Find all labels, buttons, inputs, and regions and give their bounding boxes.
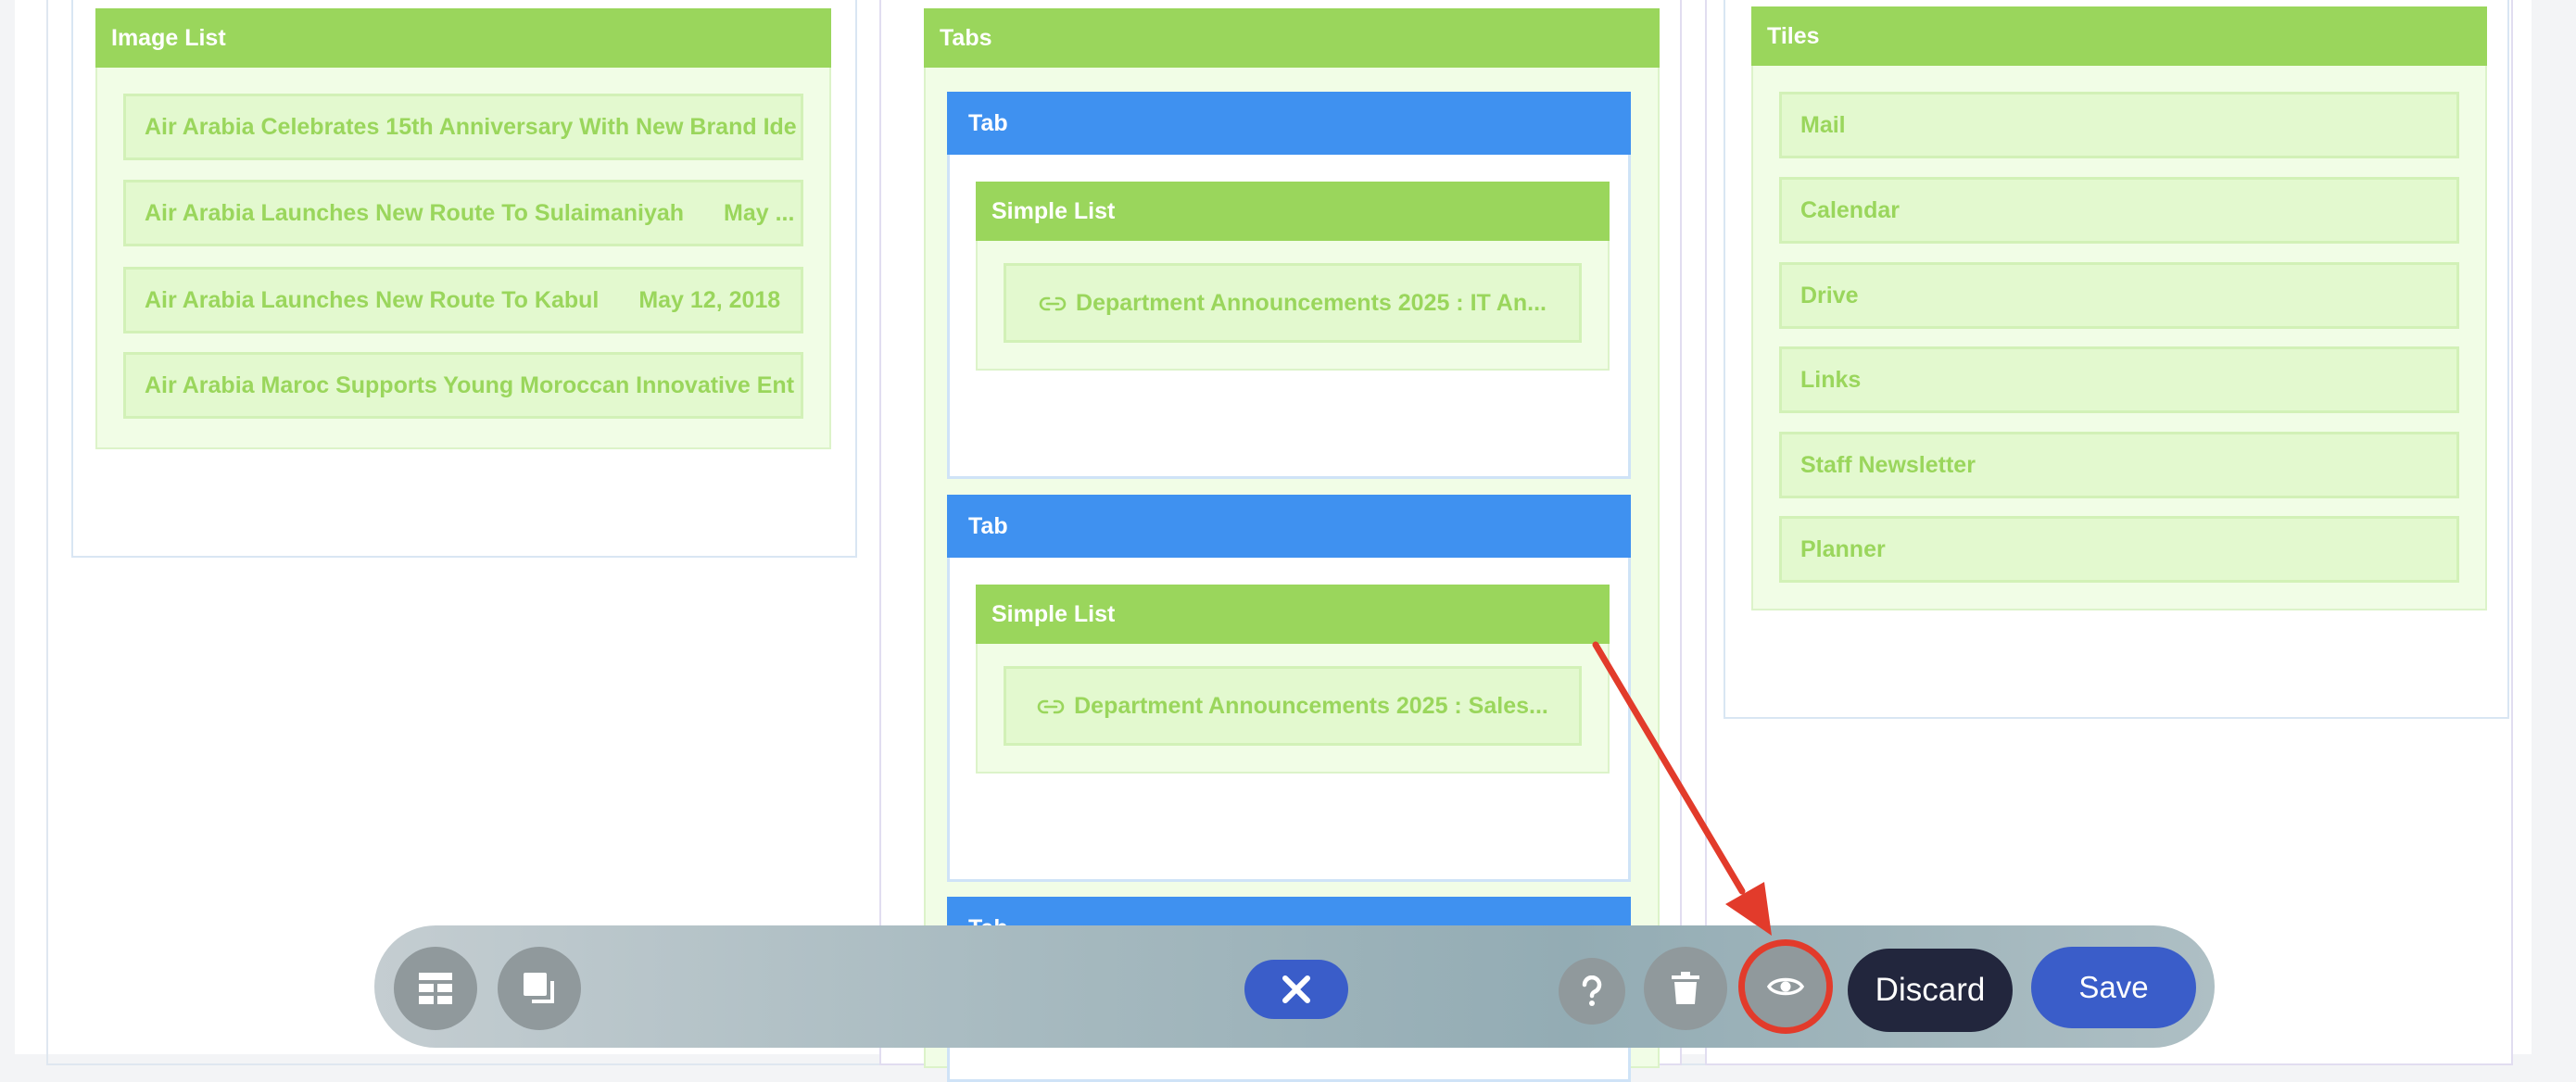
list-item[interactable]: Air Arabia Launches New Route To Sulaima… [123, 180, 803, 246]
list-item-title: Air Arabia Launches New Route To Sulaima… [145, 200, 685, 226]
delete-button[interactable] [1644, 947, 1727, 1030]
list-item-title: Air Arabia Celebrates 15th Anniversary W… [145, 114, 797, 140]
list-item[interactable]: Air Arabia Maroc Supports Young Moroccan… [123, 352, 803, 419]
tiles-header[interactable]: Tiles [1751, 6, 2487, 66]
tab-panel-1[interactable]: Tab Simple List Department Announcements… [947, 92, 1631, 479]
list-item-date: May 12, 2018 [638, 287, 781, 313]
eye-icon [1767, 977, 1804, 996]
list-item-title: Air Arabia Maroc Supports Young Moroccan… [145, 372, 795, 398]
tabs-header[interactable]: Tabs [924, 8, 1660, 68]
simple-list-header[interactable]: Simple List [976, 182, 1610, 241]
close-button[interactable] [1244, 960, 1348, 1019]
layout-icon [419, 973, 452, 1004]
close-icon [1282, 975, 1310, 1003]
tile-links[interactable]: Links [1779, 346, 2459, 413]
list-item-date: May ... [724, 200, 795, 226]
image-list-widget[interactable]: Image List Air Arabia Celebrates 15th An… [95, 8, 831, 449]
discard-button[interactable]: Discard [1848, 949, 2013, 1032]
save-button[interactable]: Save [2031, 947, 2196, 1028]
help-icon [1582, 975, 1602, 1006]
list-item-label: Department Announcements 2025 : Sales... [1074, 693, 1548, 719]
image-list-header[interactable]: Image List [95, 8, 831, 68]
tab-header[interactable]: Tab [947, 495, 1631, 558]
simple-list-widget[interactable]: Simple List Department Announcements 202… [976, 585, 1610, 774]
list-item-label: Department Announcements 2025 : IT An... [1076, 290, 1547, 316]
simple-list-widget[interactable]: Simple List Department Announcements 202… [976, 182, 1610, 371]
trash-icon [1672, 972, 1699, 1004]
tab-panel-2[interactable]: Tab Simple List Department Announcements… [947, 495, 1631, 882]
tile-staff-newsletter[interactable]: Staff Newsletter [1779, 432, 2459, 498]
preview-button[interactable] [1745, 946, 1826, 1027]
tile-planner[interactable]: Planner [1779, 516, 2459, 583]
tile-mail[interactable]: Mail [1779, 92, 2459, 158]
link-icon [1039, 296, 1067, 311]
list-item-title: Air Arabia Launches New Route To Kabul [145, 287, 600, 313]
list-item[interactable]: Department Announcements 2025 : IT An... [1004, 263, 1582, 343]
list-item[interactable]: Air Arabia Launches New Route To Kabul M… [123, 267, 803, 333]
tile-drive[interactable]: Drive [1779, 262, 2459, 329]
link-icon [1037, 699, 1065, 714]
layout-button[interactable] [394, 947, 477, 1030]
duplicate-icon [524, 973, 554, 1003]
duplicate-button[interactable] [498, 947, 581, 1030]
help-button[interactable] [1559, 958, 1625, 1025]
tab-header[interactable]: Tab [947, 92, 1631, 155]
tiles-widget[interactable]: Tiles Mail Calendar Drive Links Staff Ne… [1751, 6, 2487, 610]
simple-list-header[interactable]: Simple List [976, 585, 1610, 644]
list-item[interactable]: Department Announcements 2025 : Sales... [1004, 666, 1582, 746]
list-item[interactable]: Air Arabia Celebrates 15th Anniversary W… [123, 94, 803, 160]
tile-calendar[interactable]: Calendar [1779, 177, 2459, 244]
